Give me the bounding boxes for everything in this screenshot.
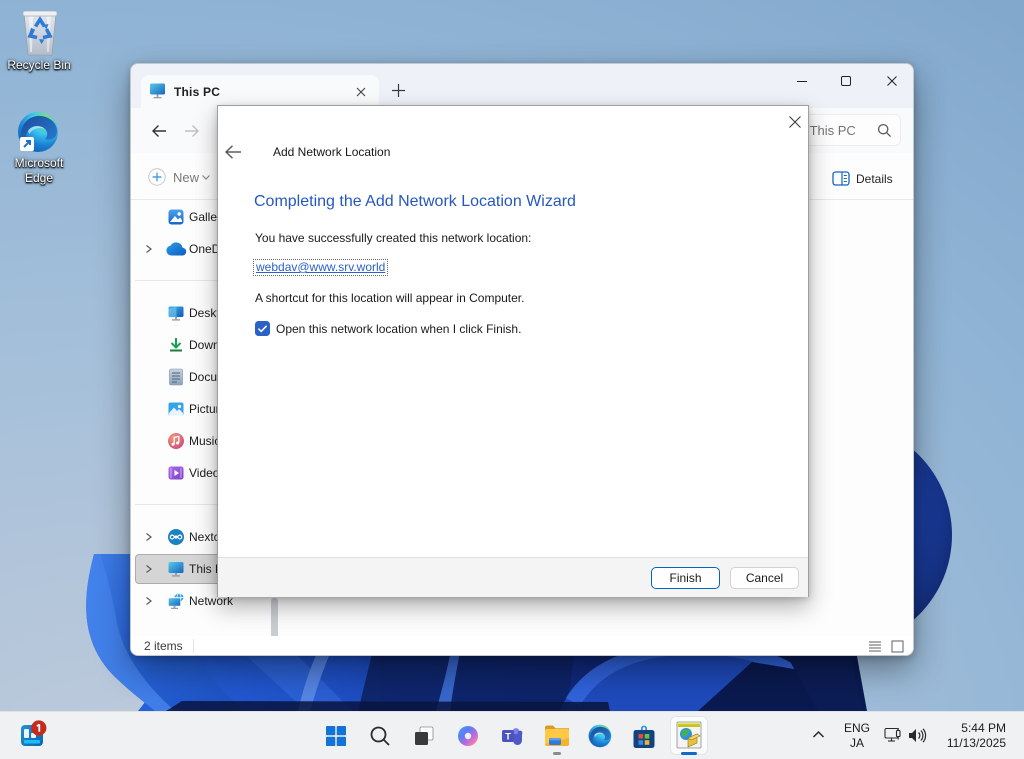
svg-text:T: T: [505, 732, 511, 743]
